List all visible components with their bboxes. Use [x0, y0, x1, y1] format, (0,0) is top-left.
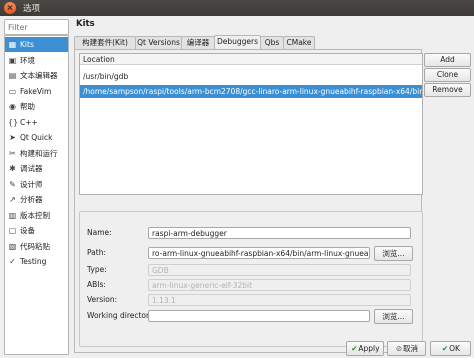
path-field[interactable]: ro-arm-linux-gnueabihf-raspbian-x64/bin/…: [148, 247, 370, 259]
options-dialog: × 选项 ▦Kits▣环境▤文本编辑器▭FakeVim◉帮助{}C++➤Qt Q…: [0, 0, 474, 358]
abis-field: arm-linux-generic-elf-32bit: [148, 279, 411, 291]
version-field: 1.13.1: [148, 294, 411, 306]
browse-path-button[interactable]: 浏览...: [374, 246, 413, 261]
debugger-list[interactable]: Location /usr/bin/gdb /home/sampson/rasp…: [79, 53, 423, 195]
cpp-icon: {}: [8, 117, 19, 127]
analyzer-icon: ↗: [9, 195, 16, 204]
sidebar-item-code-pasting[interactable]: ▧ 代码粘贴: [5, 239, 68, 254]
sidebar-item-fakevim[interactable]: ▭ FakeVim: [5, 84, 68, 99]
build-run-icon: ✂: [9, 148, 16, 158]
sidebar-item-designer[interactable]: ✎ 设计师: [5, 177, 68, 192]
sidebar-item-qt-quick[interactable]: ➤ Qt Quick: [5, 130, 68, 145]
location-column-header[interactable]: Location: [80, 54, 422, 65]
window-title: 选项: [23, 4, 41, 14]
sidebar-item-label: 调试器: [20, 164, 43, 173]
version-control-icon: ▥: [8, 210, 17, 220]
title-bar: × 选项: [0, 0, 474, 16]
add-button[interactable]: Add: [424, 53, 471, 67]
ok-label: OK: [449, 344, 460, 353]
sidebar-item-label: Testing: [20, 257, 47, 266]
sidebar-item-text-editor[interactable]: ▤ 文本编辑器: [5, 68, 68, 83]
abis-label: ABIs:: [87, 280, 106, 289]
tab-qbs[interactable]: Qbs: [260, 36, 284, 49]
tab-qt-versions[interactable]: Qt Versions: [135, 36, 182, 49]
cancel-icon: ⊘: [395, 344, 403, 353]
testing-icon: ✓: [9, 257, 16, 266]
debugger-icon: ✱: [9, 164, 16, 173]
type-field: GDB: [148, 264, 411, 276]
sidebar-item-environment[interactable]: ▣ 环境: [5, 53, 68, 68]
sidebar-item-cpp[interactable]: {} C++: [5, 115, 68, 130]
browse-workdir-button[interactable]: 浏览...: [374, 309, 413, 324]
sidebar-item-label: Qt Quick: [20, 133, 53, 142]
code-pasting-icon: ▧: [8, 241, 17, 251]
sidebar-item-analyzer[interactable]: ↗ 分析器: [5, 192, 68, 207]
filter-field[interactable]: [4, 19, 69, 35]
sidebar-item-label: 设计师: [20, 179, 43, 189]
apply-label: Apply: [358, 344, 380, 353]
sidebar-item-label: 版本控制: [20, 210, 50, 220]
category-sidebar: ▦ Kits ▣ 环境 ▤ 文本编辑器 ▭ FakeVim ◉ 帮助{} C++ ➤ Qt Quick ✂…: [4, 35, 69, 355]
sidebar-item-label: 帮助: [20, 102, 35, 111]
path-label: Path:: [87, 248, 107, 257]
sidebar-item-label: 环境: [20, 55, 35, 65]
tab-debuggers[interactable]: Debuggers: [214, 35, 261, 50]
devices-icon: ▢: [8, 226, 17, 235]
sidebar-item-label: C++: [20, 117, 38, 127]
sidebar-item-label: 代码粘贴: [20, 241, 50, 251]
page-title: Kits: [76, 19, 95, 29]
designer-icon: ✎: [9, 179, 16, 189]
help-icon: ◉: [9, 102, 16, 111]
sidebar-item-label: 分析器: [20, 195, 43, 204]
close-icon[interactable]: ×: [4, 2, 16, 14]
name-field[interactable]: raspi-arm-debugger: [148, 227, 411, 239]
remove-button[interactable]: Remove: [424, 83, 471, 97]
cancel-label: 取消: [403, 344, 418, 353]
tab-kits[interactable]: 构建套件(Kit): [74, 36, 136, 49]
environment-icon: ▣: [8, 55, 17, 65]
check-icon: ✔: [441, 344, 449, 353]
qt-quick-icon: ➤: [9, 133, 16, 142]
text-editor-icon: ▤: [8, 71, 17, 80]
clone-button[interactable]: Clone: [424, 68, 471, 82]
sidebar-item-debugger[interactable]: ✱ 调试器: [5, 161, 68, 176]
sidebar-item-help[interactable]: ◉ 帮助: [5, 99, 68, 114]
working-directory-field[interactable]: [148, 310, 370, 322]
sidebar-item-build-run[interactable]: ✂ 构建和运行: [5, 146, 68, 161]
type-label: Type:: [87, 265, 107, 274]
sidebar-item-label: 构建和运行: [20, 148, 58, 158]
sidebar-item-testing[interactable]: ✓ Testing: [5, 254, 68, 269]
debugger-row[interactable]: /usr/bin/gdb: [80, 70, 422, 83]
cancel-button[interactable]: ⊘取消: [387, 341, 426, 356]
fakevim-icon: ▭: [8, 86, 17, 96]
kits-icon: ▦: [8, 40, 17, 49]
filter-input[interactable]: [5, 20, 69, 34]
tab-cmake[interactable]: CMake: [283, 36, 315, 49]
tab-compilers[interactable]: 编译器: [181, 36, 215, 49]
sidebar-item-devices[interactable]: ▢ 设备: [5, 223, 68, 238]
debugger-row-selected[interactable]: /home/sampson/raspi/tools/arm-bcm2708/gc…: [80, 85, 422, 98]
version-label: Version:: [87, 295, 118, 304]
name-label: Name:: [87, 228, 112, 237]
sidebar-item-label: FakeVim: [20, 86, 52, 96]
apply-button[interactable]: ✔Apply: [346, 341, 384, 356]
sidebar-item-label: Kits: [20, 40, 34, 49]
ok-button[interactable]: ✔OK: [430, 341, 471, 356]
working-directory-label: Working directory:: [87, 311, 156, 320]
sidebar-item-label: 设备: [20, 226, 35, 235]
sidebar-item-label: 文本编辑器: [20, 71, 58, 80]
sidebar-item-kits[interactable]: ▦ Kits: [5, 37, 68, 52]
sidebar-item-version-control[interactable]: ▥ 版本控制: [5, 208, 68, 223]
